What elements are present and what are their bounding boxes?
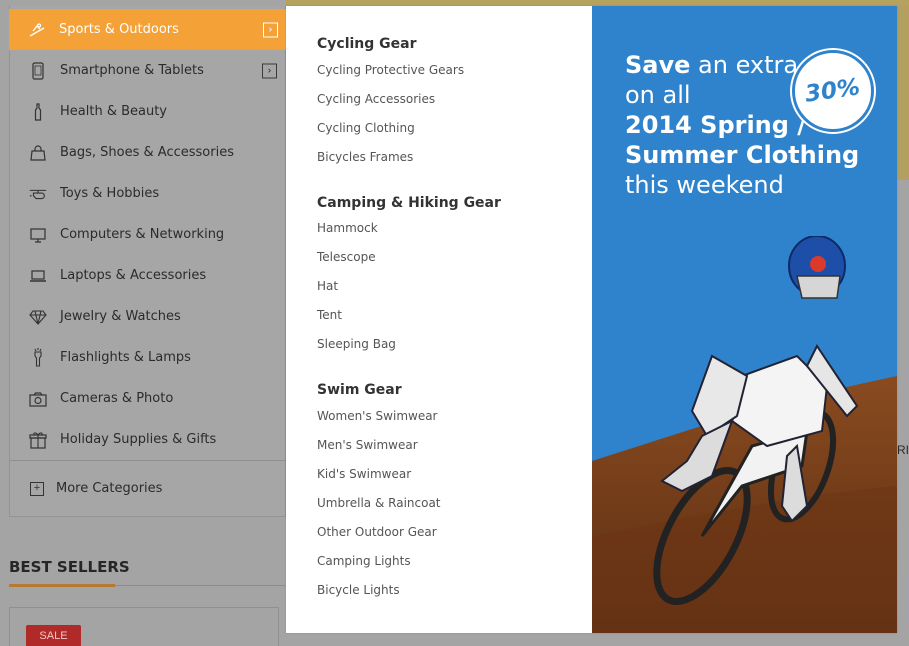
sidebar-item-label: Cameras & Photo xyxy=(60,391,174,406)
category-sidebar: Sports & Outdoors › Smartphone & Tablets… xyxy=(9,6,288,517)
sidebar-item-label: Toys & Hobbies xyxy=(60,186,160,201)
more-categories-label: More Categories xyxy=(56,481,163,496)
sidebar-item-label: Health & Beauty xyxy=(60,104,168,119)
menu-link[interactable]: Telescope xyxy=(317,250,376,264)
menu-link[interactable]: Bicycle Lights xyxy=(317,583,400,597)
menu-link[interactable]: Hammock xyxy=(317,221,378,235)
sidebar-item-jewelry-watches[interactable]: Jewelry & Watches xyxy=(10,296,287,337)
promo-banner[interactable]: Save an extra on all 2014 Spring / Summe… xyxy=(592,6,897,633)
sidebar-item-cameras-photo[interactable]: Cameras & Photo xyxy=(10,378,287,419)
sidebar-item-label: Laptops & Accessories xyxy=(60,268,207,283)
chevron-right-icon: › xyxy=(263,22,278,37)
menu-link[interactable]: Tent xyxy=(317,308,342,322)
helicopter-icon xyxy=(28,184,48,204)
bottle-icon xyxy=(28,102,48,122)
skier-icon xyxy=(27,20,47,40)
best-sellers-heading: BEST SELLERS xyxy=(9,558,130,576)
sidebar-item-health-beauty[interactable]: Health & Beauty xyxy=(10,91,287,132)
discount-badge: 30% xyxy=(792,50,874,132)
bag-icon xyxy=(28,143,48,163)
diamond-icon xyxy=(28,307,48,327)
heading-underline xyxy=(9,584,115,587)
menu-link[interactable]: Sleeping Bag xyxy=(317,337,396,351)
gift-icon xyxy=(28,430,48,450)
mountain-biker-photo xyxy=(592,236,897,633)
sidebar-item-label: Smartphone & Tablets xyxy=(60,63,204,78)
sidebar-item-label: Computers & Networking xyxy=(60,227,225,242)
group-title-camping-hiking[interactable]: Camping & Hiking Gear xyxy=(317,195,501,211)
sidebar-item-bags-shoes[interactable]: Bags, Shoes & Accessories xyxy=(10,132,287,173)
sidebar-item-flashlights-lamps[interactable]: Flashlights & Lamps xyxy=(10,337,287,378)
menu-link[interactable]: Bicycles Frames xyxy=(317,150,413,164)
menu-link[interactable]: Other Outdoor Gear xyxy=(317,525,437,539)
sidebar-item-holiday-supplies[interactable]: Holiday Supplies & Gifts xyxy=(10,419,287,460)
menu-link[interactable]: Cycling Clothing xyxy=(317,121,415,135)
menu-link[interactable]: Umbrella & Raincoat xyxy=(317,496,441,510)
flashlight-icon xyxy=(28,347,48,368)
sidebar-item-label: Holiday Supplies & Gifts xyxy=(60,432,217,447)
menu-link[interactable]: Cycling Protective Gears xyxy=(317,63,464,77)
sidebar-item-label: Flashlights & Lamps xyxy=(60,350,191,365)
smartphone-icon xyxy=(28,61,48,81)
plus-box-icon: + xyxy=(30,481,44,496)
menu-link[interactable]: Men's Swimwear xyxy=(317,438,418,452)
menu-link[interactable]: Kid's Swimwear xyxy=(317,467,411,481)
sale-badge: SALE xyxy=(26,625,81,646)
chevron-right-icon: › xyxy=(262,63,277,78)
menu-link[interactable]: Women's Swimwear xyxy=(317,409,438,423)
sidebar-item-label: Jewelry & Watches xyxy=(60,309,181,324)
discount-percentage: 30% xyxy=(803,74,863,108)
sidebar-item-smartphone-tablets[interactable]: Smartphone & Tablets › xyxy=(10,50,287,91)
sidebar-item-computers-networking[interactable]: Computers & Networking xyxy=(10,214,287,255)
sidebar-item-laptops-accessories[interactable]: Laptops & Accessories xyxy=(10,255,287,296)
monitor-icon xyxy=(28,225,48,245)
menu-link[interactable]: Hat xyxy=(317,279,338,293)
menu-link[interactable]: Cycling Accessories xyxy=(317,92,435,106)
sidebar-item-toys-hobbies[interactable]: Toys & Hobbies xyxy=(10,173,287,214)
sidebar-item-label: Sports & Outdoors xyxy=(59,22,179,37)
group-title-swim-gear[interactable]: Swim Gear xyxy=(317,382,402,398)
sidebar-item-sports-outdoors[interactable]: Sports & Outdoors › xyxy=(9,9,288,50)
menu-link[interactable]: Camping Lights xyxy=(317,554,411,568)
group-title-cycling-gear[interactable]: Cycling Gear xyxy=(317,36,417,52)
sidebar-item-label: Bags, Shoes & Accessories xyxy=(60,145,234,160)
more-categories-link[interactable]: + More Categories xyxy=(10,460,287,516)
laptop-icon xyxy=(28,266,48,286)
camera-icon xyxy=(28,389,48,409)
background-product-text: RI xyxy=(897,443,909,457)
